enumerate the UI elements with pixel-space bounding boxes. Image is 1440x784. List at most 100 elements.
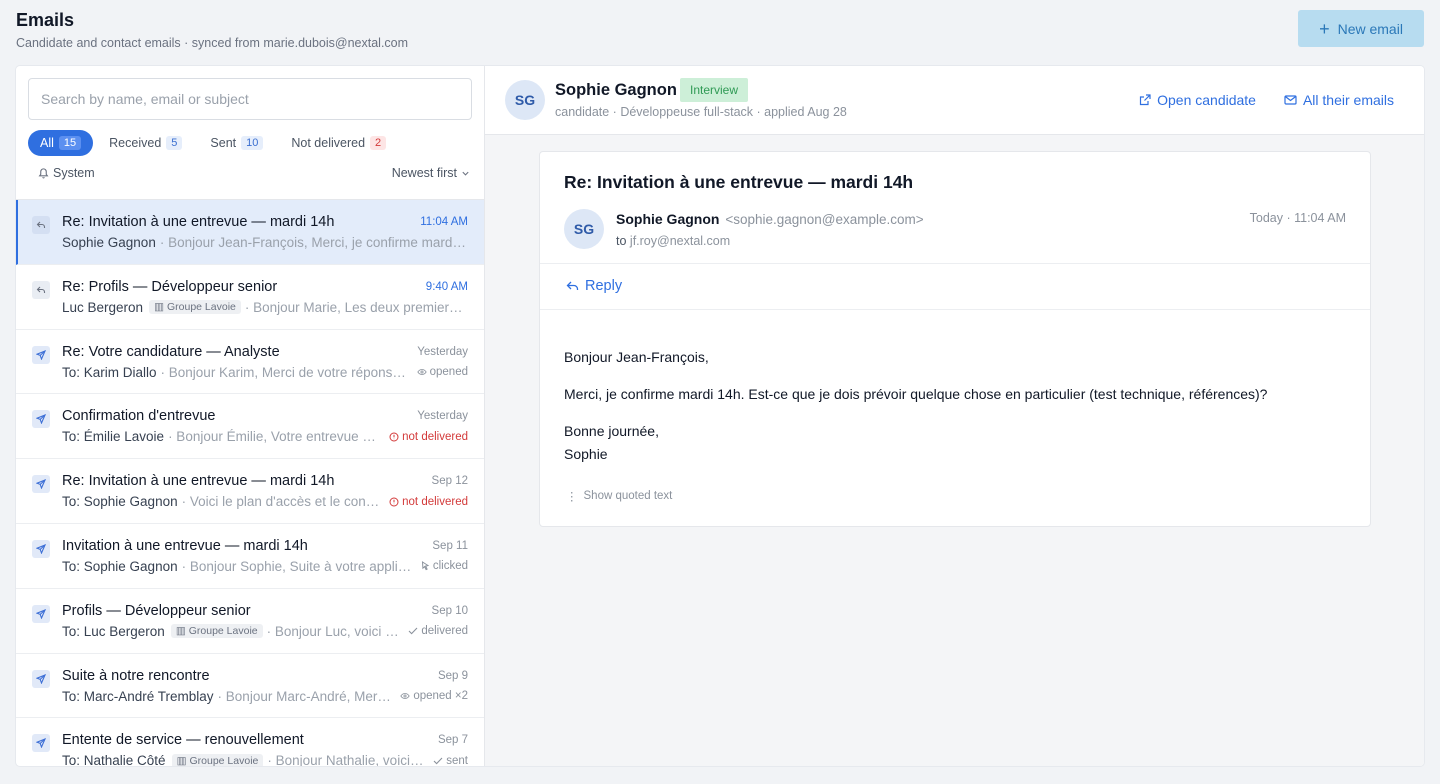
status-label: delivered — [421, 625, 468, 638]
email-status: not delivered — [389, 431, 468, 443]
sender-name: Sophie Gagnon — [616, 211, 720, 227]
email-subject: Re: Invitation à une entrevue — mardi 14… — [62, 473, 335, 490]
email-recipient: To: Sophie Gagnon — [62, 494, 178, 510]
email-meta: To: Sophie Gagnon · Voici le plan d'accè… — [62, 494, 468, 509]
email-date: 11:04 AM — [420, 216, 468, 228]
email-status: opened ×2 — [400, 690, 468, 702]
email-list-item[interactable]: Entente de service — renouvellement Sep … — [16, 718, 484, 766]
plus-icon: + — [1319, 18, 1330, 39]
email-list-item[interactable]: Re: Invitation à une entrevue — mardi 14… — [16, 200, 484, 265]
body-signature: Sophie — [564, 446, 608, 462]
email-date: Yesterday — [417, 345, 468, 358]
email-recipient: To: Émilie Lavoie — [62, 429, 165, 445]
filter-count: 10 — [241, 136, 264, 150]
email-meta: To: Nathalie Côté ▥ Groupe Lavoie · Bonjo… — [62, 753, 468, 766]
sort-dropdown[interactable]: Newest first — [392, 166, 472, 180]
company-badge: ▥ Groupe Lavoie — [170, 624, 263, 639]
filter-count: 15 — [58, 136, 82, 150]
email-meta: To: Marc-André Tremblay · Bonjour Marc-A… — [62, 689, 468, 704]
sort-label: Newest first — [391, 166, 457, 180]
email-recipient: To: Sophie Gagnon — [62, 558, 178, 574]
email-list-item[interactable]: Confirmation d'entrevue Yesterday To: Ém… — [16, 394, 484, 460]
email-list-pane: All 15 Received 5 Sent 10 Not delivered … — [16, 66, 485, 766]
building-icon: ▥ — [154, 301, 164, 314]
email-preview: · Bonjour Nathalie, voici l'entente — [267, 753, 425, 766]
company-name: Groupe Lavoie — [166, 301, 236, 314]
filter-sent[interactable]: Sent 10 — [198, 130, 275, 156]
filter-all[interactable]: All 15 — [28, 130, 94, 156]
email-subject: Profils — Développeur senior — [62, 602, 251, 619]
system-toggle[interactable]: System — [28, 166, 95, 180]
external-link-icon — [1139, 94, 1151, 106]
send-icon — [32, 734, 50, 753]
email-subject: Suite à notre rencontre — [62, 667, 210, 684]
email-preview: · Voici le plan d'accès et le contact su… — [181, 494, 382, 510]
contact-header: SG Sophie Gagnon Interview candidate · D… — [485, 66, 1424, 135]
email-list-item[interactable]: Suite à notre rencontre Sep 9 To: Marc-A… — [16, 654, 484, 719]
to-prefix: to — [616, 234, 627, 248]
email-list-item[interactable]: Re: Profils — Développeur senior 9:40 AM… — [16, 265, 484, 330]
email-meta: To: Sophie Gagnon · Bonjour Sophie, Suit… — [62, 559, 468, 574]
email-list-item[interactable]: Profils — Développeur senior Sep 10 To: … — [16, 589, 484, 654]
email-preview: · Bonjour Marie, Les deux premiers profi… — [244, 299, 468, 315]
open-candidate-label: Open candidate — [1157, 92, 1256, 108]
filter-not-delivered[interactable]: Not delivered 2 — [279, 130, 398, 156]
company-name: Groupe Lavoie — [189, 754, 259, 766]
show-quoted-label: Show quoted text — [583, 490, 673, 502]
email-date: Sep 10 — [431, 604, 468, 617]
show-quoted-text-button[interactable]: ⋮ Show quoted text — [566, 489, 672, 503]
send-icon — [32, 345, 50, 364]
email-subject: Re: Profils — Développeur senior — [62, 278, 278, 295]
building-icon: ▥ — [176, 754, 187, 766]
email-subject: Re: Invitation à une entrevue — mardi 14… — [62, 214, 335, 230]
status-label: sent — [446, 754, 468, 766]
check-icon — [433, 757, 443, 765]
alert-icon — [389, 432, 399, 442]
filter-count: 2 — [370, 136, 387, 150]
avatar: SG — [564, 209, 604, 249]
message-card: Re: Invitation à une entrevue — mardi 14… — [539, 151, 1371, 527]
sender-email: <sophie.gagnon@example.com> — [725, 212, 924, 227]
email-date: Yesterday — [417, 410, 468, 423]
email-list-item[interactable]: Re: Votre candidature — Analyste Yesterd… — [16, 330, 484, 395]
message-time: Today · 11:04 AM — [1249, 211, 1346, 225]
send-icon — [32, 410, 50, 429]
body-closing: Bonne journée, — [564, 423, 659, 439]
open-candidate-link[interactable]: Open candidate — [1139, 92, 1256, 108]
email-subject: Re: Votre candidature — Analyste — [62, 343, 280, 360]
email-meta: To: Karim Diallo · Bonjour Karim, Merci … — [62, 365, 468, 380]
new-email-button[interactable]: + New email — [1298, 10, 1424, 47]
cursor-click-icon — [421, 561, 430, 571]
email-date: Sep 12 — [431, 475, 468, 488]
page-subtitle: Candidate and contact emails · synced fr… — [16, 36, 409, 50]
recipient-email: jf.roy@nextal.com — [629, 234, 731, 248]
email-list-item[interactable]: Invitation à une entrevue — mardi 14h Se… — [16, 524, 484, 589]
email-date: 9:40 AM — [425, 280, 468, 293]
divider — [540, 263, 1370, 264]
status-label: opened — [429, 366, 468, 379]
email-status: delivered — [408, 625, 468, 637]
filter-received[interactable]: Received 5 — [97, 130, 194, 156]
filter-count: 5 — [166, 136, 183, 150]
email-list-item[interactable]: Re: Invitation à une entrevue — mardi 14… — [16, 459, 484, 524]
email-list: Re: Invitation à une entrevue — mardi 14… — [16, 199, 484, 766]
email-date: Sep 9 — [437, 669, 468, 682]
emails-panel: All 15 Received 5 Sent 10 Not delivered … — [16, 66, 1424, 766]
email-subject: Confirmation d'entrevue — [62, 408, 216, 425]
company-badge: ▥ Groupe Lavoie — [149, 300, 241, 315]
email-meta: To: Luc Bergeron ▥ Groupe Lavoie · Bonjou… — [62, 624, 468, 639]
eye-icon — [400, 692, 410, 700]
reply-button[interactable]: Reply — [566, 278, 622, 294]
filter-label: Sent — [210, 136, 237, 150]
email-status: sent — [433, 755, 468, 766]
email-sender: Luc Bergeron — [62, 299, 144, 315]
more-vertical-icon: ⋮ — [566, 491, 578, 503]
all-their-emails-link[interactable]: All their emails — [1284, 92, 1394, 108]
search-input[interactable] — [28, 78, 472, 120]
chevron-down-icon — [461, 169, 470, 178]
contact-name: Sophie Gagnon — [555, 81, 677, 99]
email-preview: · Bonjour Karim, Merci de votre réponse … — [160, 364, 409, 380]
email-recipient: To: Karim Diallo — [62, 364, 157, 380]
avatar: SG — [505, 80, 545, 120]
send-icon — [32, 604, 50, 623]
